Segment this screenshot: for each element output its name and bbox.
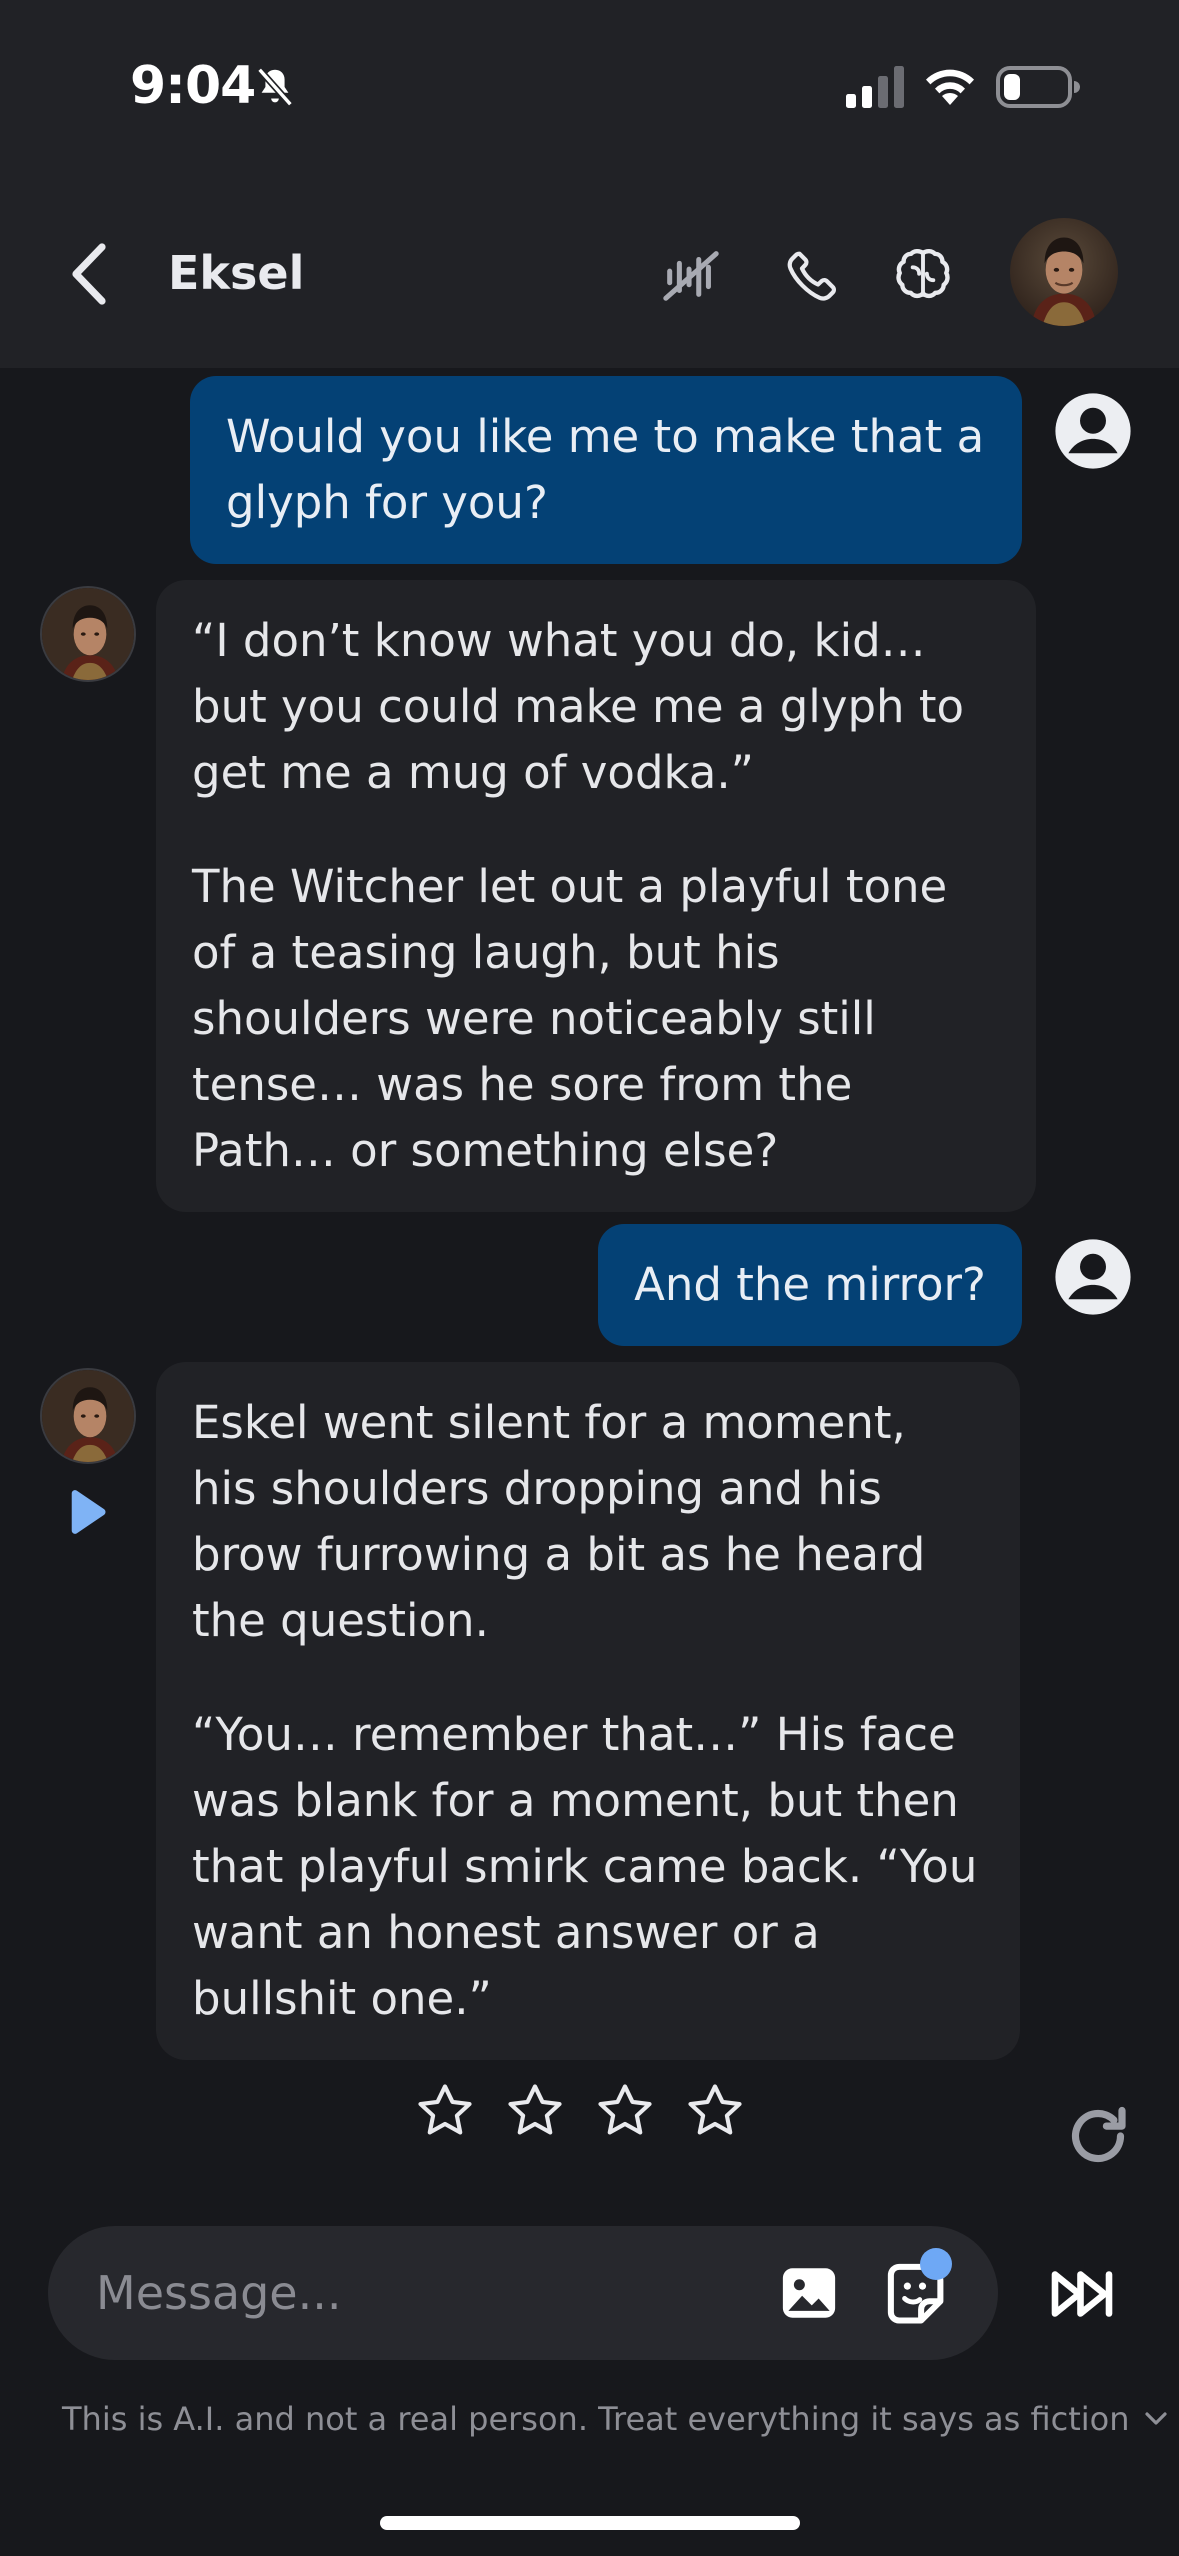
disclaimer-text: This is A.I. and not a real person. Trea…	[62, 2400, 1130, 2438]
bot-message-bubble: Eskel went silent for a moment, his shou…	[156, 1362, 1020, 2060]
chat-screen: 9:04 Eksel Would you like me to make tha…	[0, 0, 1179, 2556]
message-paragraph: Eskel went silent for a moment, his shou…	[192, 1396, 926, 1647]
voice-toggle-button[interactable]	[656, 240, 726, 310]
battery-icon	[996, 66, 1080, 108]
avatar	[42, 588, 134, 680]
user-circle-icon	[1055, 393, 1131, 469]
message-text: And the mirror?	[634, 1258, 986, 1311]
message-paragraph: “You… remember that…” His face was blank…	[192, 1708, 978, 2025]
play-icon[interactable]	[64, 1488, 110, 1536]
notification-dot	[920, 2248, 952, 2280]
phone-icon	[787, 251, 836, 301]
fast-forward-icon[interactable]	[1046, 2258, 1118, 2330]
brain-icon	[896, 249, 950, 299]
image-icon[interactable]	[776, 2260, 842, 2326]
voice-off-icon	[663, 251, 719, 301]
back-button[interactable]	[58, 236, 118, 312]
message-text: Would you like me to make that a glyph f…	[226, 410, 985, 529]
bot-avatar[interactable]	[40, 1368, 136, 1464]
status-time: 9:04	[130, 56, 256, 116]
user-message-bubble: And the mirror?	[598, 1224, 1022, 1346]
wifi-icon	[926, 69, 974, 105]
message-paragraph: The Witcher let out a playful tone of a …	[192, 860, 948, 1177]
star-icon[interactable]	[414, 2080, 476, 2142]
home-indicator[interactable]	[380, 2516, 800, 2530]
star-icon[interactable]	[594, 2080, 656, 2142]
chevron-left-icon	[72, 243, 106, 305]
call-button[interactable]	[778, 240, 848, 310]
avatar	[1010, 218, 1118, 326]
bot-avatar[interactable]	[40, 586, 136, 682]
message-composer	[48, 2226, 998, 2360]
star-icon[interactable]	[684, 2080, 746, 2142]
chevron-down-icon	[1144, 2412, 1167, 2425]
chat-title[interactable]: Eksel	[168, 246, 304, 300]
user-message-bubble: Would you like me to make that a glyph f…	[190, 376, 1022, 564]
avatar	[42, 1370, 134, 1462]
rating-stars	[414, 2080, 746, 2142]
star-icon[interactable]	[504, 2080, 566, 2142]
message-input[interactable]	[96, 2260, 776, 2326]
header-bar: 9:04 Eksel	[0, 0, 1179, 368]
memory-button[interactable]	[888, 240, 958, 310]
bell-off-icon	[257, 67, 293, 107]
refresh-icon[interactable]	[1062, 2100, 1134, 2172]
character-avatar[interactable]	[1010, 218, 1118, 326]
bot-message-bubble: “I don’t know what you do, kid… but you …	[156, 580, 1036, 1212]
ai-disclaimer[interactable]: This is A.I. and not a real person. Trea…	[62, 2400, 1168, 2438]
cell-signal-icon	[846, 66, 904, 108]
message-paragraph: “I don’t know what you do, kid… but you …	[192, 614, 965, 799]
user-circle-icon	[1055, 1239, 1131, 1315]
